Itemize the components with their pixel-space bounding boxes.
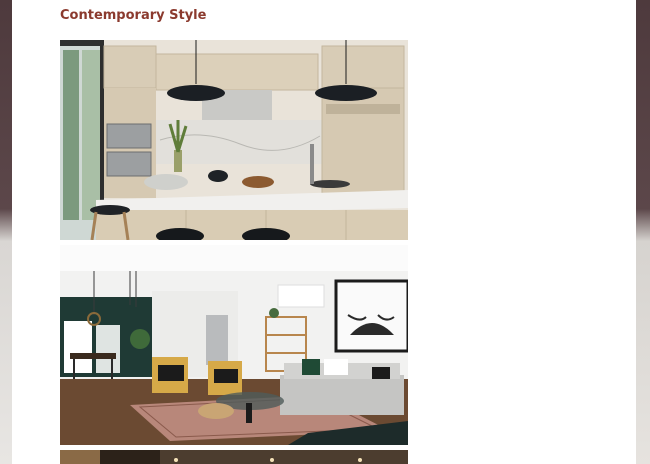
page-backdrop-left <box>0 0 12 464</box>
kitchen-photo <box>60 40 408 240</box>
living-room-photo <box>60 245 408 445</box>
page-backdrop-right <box>636 0 650 464</box>
content-sheet: Contemporary Style <box>12 0 636 464</box>
section-title: Contemporary Style <box>60 8 207 23</box>
partial-photo <box>60 450 408 464</box>
